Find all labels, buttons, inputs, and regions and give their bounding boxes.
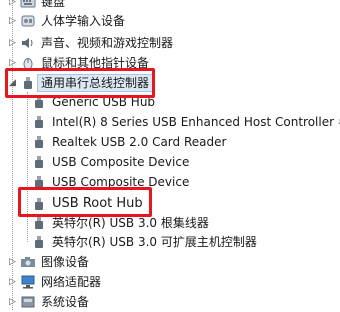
expand-arrow-icon[interactable]: ▷ [8,297,17,307]
hid-icon [21,15,35,27]
category-imaging[interactable]: ▷ 图像设备 [0,252,89,272]
highlight-box [5,68,155,98]
device-label: 英特尔(R) USB 3.0 可扩展主机控制器 [52,235,257,249]
category-network[interactable]: ▷ 网络适配器 [0,272,101,292]
device-item[interactable]: USB Composite Device [31,152,189,172]
category-label: 声音、视频和游戏控制器 [41,36,174,50]
usb-plug-icon [35,116,43,128]
expand-arrow-icon[interactable]: ▷ [8,0,17,7]
category-label: 图像设备 [41,255,90,269]
category-label: 人体学输入设备 [41,14,126,28]
highlight-box [18,187,152,217]
expand-arrow-icon[interactable]: ▷ [8,58,17,68]
expand-arrow-icon[interactable]: ▷ [8,38,17,48]
expand-arrow-icon[interactable]: ▷ [8,277,17,287]
category-hid[interactable]: ▷ 人体学输入设备 [0,11,125,31]
expand-arrow-icon[interactable]: ▷ [8,257,17,267]
network-icon [21,275,35,289]
camera-icon [21,257,35,267]
device-item[interactable]: 英特尔(R) USB 3.0 可扩展主机控制器 [31,232,257,252]
device-label: USB Composite Device [52,155,190,169]
usb-plug-icon [35,236,43,248]
device-label: Intel(R) 8 Series USB Enhanced Host Cont… [52,115,340,129]
category-system[interactable]: ▷ 系统设备 [0,292,89,312]
usb-plug-icon [35,156,43,168]
keyboard-icon [20,0,36,8]
tree-line-usb [27,92,28,242]
device-manager-tree: ▷ 键盘 ▷ 人体学输入设备 ▷ 声音、视频和游戏控制器 ▷ 鼠标和其他指针设备 [0,0,340,310]
category-label: 网络适配器 [41,275,102,289]
category-label: 系统设备 [41,295,90,309]
device-label: Realtek USB 2.0 Card Reader [52,135,227,149]
expand-arrow-icon[interactable]: ▷ [8,16,17,26]
sound-icon [22,38,33,48]
device-item[interactable]: Realtek USB 2.0 Card Reader [31,132,226,152]
usb-plug-icon [35,136,43,148]
category-sound[interactable]: ▷ 声音、视频和游戏控制器 [0,33,173,53]
system-icon [21,296,35,308]
device-item[interactable]: Intel(R) 8 Series USB Enhanced Host Cont… [31,112,340,132]
usb-plug-icon [35,217,43,229]
